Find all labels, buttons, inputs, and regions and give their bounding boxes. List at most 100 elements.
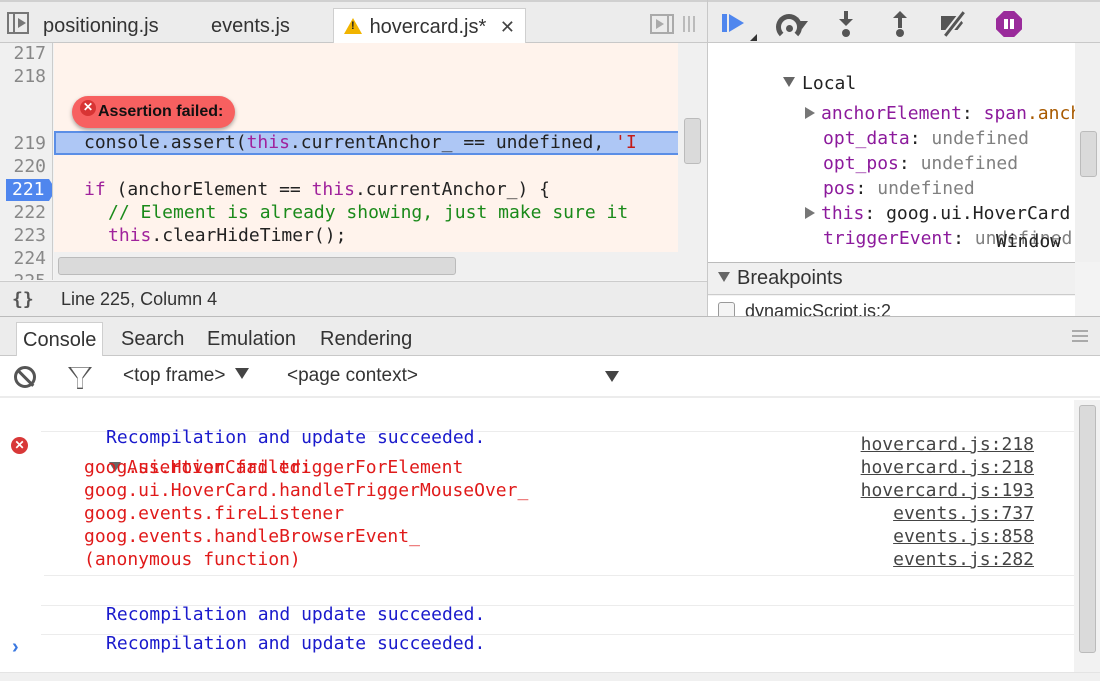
- tab-rendering[interactable]: Rendering: [314, 322, 418, 356]
- step-over-icon-arrow: [796, 21, 808, 29]
- line-number[interactable]: 225: [13, 271, 46, 280]
- debugger-sidebar: Local anchorElement: span.anchor opt_dat…: [707, 0, 1100, 316]
- step-out-icon: [893, 11, 907, 18]
- console-input[interactable]: [34, 636, 1064, 662]
- error-icon: ✕: [11, 437, 28, 454]
- scope-scrollbar[interactable]: [1075, 43, 1100, 262]
- step-out-icon-shaft: [898, 18, 902, 28]
- code-area[interactable]: console.assert( this .currentAnchor_ == un…: [54, 43, 678, 252]
- line-number-gutter[interactable]: 217 218 219 220 221 222 223 224 225: [0, 43, 53, 280]
- tab-console[interactable]: Console: [16, 322, 104, 356]
- step-into-icon-dot: [842, 29, 850, 37]
- line-number[interactable]: 222: [13, 202, 46, 224]
- tab-hovercard-js[interactable]: hovercard.js* ✕: [333, 8, 526, 44]
- line-number[interactable]: 224: [13, 248, 46, 270]
- pause-bar: [1004, 19, 1008, 29]
- code-text: .currentAnchor_ == undefined,: [289, 132, 616, 153]
- breakpoints-section-header[interactable]: Breakpoints: [708, 262, 1075, 295]
- tab-positioning-js[interactable]: positioning.js: [43, 8, 159, 44]
- tab-label: hovercard.js*: [369, 16, 487, 38]
- code-keyword: this: [311, 179, 355, 200]
- editor-vertical-scrollbar[interactable]: [678, 43, 707, 280]
- source-link[interactable]: hovercard.js:193: [861, 479, 1034, 502]
- assertion-failed-bubble: ✕ Assertion failed:: [72, 96, 236, 128]
- editor-horizontal-scrollbar[interactable]: [54, 252, 678, 280]
- resize-grip-icon[interactable]: [683, 16, 695, 32]
- code-text: (anchorElement ==: [105, 179, 312, 200]
- code-line-219[interactable]: console.assert(this.currentAnchor_ == un…: [54, 131, 678, 155]
- scrollbar-thumb[interactable]: [1080, 131, 1097, 177]
- scope-local-header[interactable]: Local: [718, 46, 856, 94]
- line-number[interactable]: 217: [13, 43, 46, 65]
- breakpoint-checkbox[interactable]: [718, 301, 735, 316]
- console-message: Recompilation and update succeeded.: [41, 606, 1074, 654]
- step-over-button[interactable]: [772, 8, 808, 40]
- code-text: console.assert(: [84, 132, 247, 153]
- code-line-222[interactable]: // Element is already showing, just make…: [54, 201, 678, 225]
- scrollbar-thumb[interactable]: [1079, 405, 1096, 653]
- drawer-bottom-edge: [0, 672, 1100, 681]
- tab-events-js[interactable]: events.js: [211, 8, 290, 44]
- drawer-menu-icon[interactable]: [1072, 330, 1088, 342]
- console-message: Recompilation and update succeeded.: [41, 403, 1074, 448]
- step-out-icon-dot: [896, 29, 904, 37]
- clear-console-icon[interactable]: [14, 366, 36, 388]
- source-link[interactable]: events.js:737: [893, 502, 1034, 525]
- source-link[interactable]: events.js:858: [893, 525, 1034, 548]
- stack-frame: goog.events.fireListener: [84, 503, 345, 524]
- stack-frame: (anonymous function): [84, 549, 301, 570]
- scope-variable[interactable]: opt_pos: undefined: [758, 126, 1018, 174]
- scope-global-header[interactable]: Global Window: [720, 231, 1075, 262]
- line-number[interactable]: 219: [13, 133, 46, 155]
- drawer-tab-bar: Console Search Emulation Rendering: [0, 317, 1100, 356]
- tab-search[interactable]: Search: [115, 322, 190, 356]
- step-out-button[interactable]: [883, 8, 917, 38]
- code-line-223[interactable]: this.clearHideTimer();: [54, 224, 678, 248]
- context-select[interactable]: <page context>: [287, 356, 623, 396]
- source-link[interactable]: hovercard.js:218: [861, 456, 1034, 479]
- line-number[interactable]: 220: [13, 156, 46, 178]
- close-tab-icon[interactable]: ✕: [500, 9, 515, 45]
- scrollbar-thumb[interactable]: [58, 257, 456, 275]
- step-into-icon-arrow: [839, 19, 853, 26]
- breakpoint-label: dynamicScript.js:2: [745, 301, 892, 316]
- console-scrollbar[interactable]: [1074, 400, 1100, 672]
- source-link[interactable]: events.js:282: [893, 548, 1034, 571]
- code-string: 'I: [615, 132, 637, 153]
- code-keyword: if: [84, 179, 106, 200]
- pretty-print-icon[interactable]: {}: [12, 282, 34, 317]
- tab-emulation[interactable]: Emulation: [201, 322, 302, 356]
- tab-label: events.js: [211, 15, 290, 37]
- dropdown-arrow-icon: [605, 371, 619, 382]
- toggle-debugger-sidebar-icon[interactable]: [650, 14, 674, 34]
- code-line-221[interactable]: if (anchorElement == this.currentAnchor_…: [54, 178, 678, 202]
- scope-variable[interactable]: pos: undefined: [758, 151, 975, 199]
- scrollbar-thumb[interactable]: [684, 118, 701, 164]
- more-options-corner-icon: [750, 34, 757, 41]
- step-into-button[interactable]: [829, 8, 863, 38]
- breakpoint-item[interactable]: dynamicScript.js:2: [708, 296, 1075, 316]
- context-select-value: <page context>: [287, 365, 418, 386]
- scope-variable[interactable]: opt_data: undefined: [758, 101, 1029, 149]
- console-prompt-icon: ›: [12, 636, 19, 658]
- console-messages[interactable]: Recompilation and update succeeded. ✕ As…: [0, 400, 1074, 672]
- tab-label: positioning.js: [43, 15, 159, 37]
- filter-button[interactable]: [68, 367, 92, 389]
- frame-select[interactable]: <top frame>: [123, 356, 250, 396]
- filter-icon: [68, 367, 92, 389]
- source-link[interactable]: hovercard.js:218: [861, 433, 1034, 456]
- toggle-navigator-icon[interactable]: [7, 12, 29, 34]
- line-number[interactable]: 218: [13, 66, 46, 88]
- code-text: .currentAnchor_) {: [354, 179, 551, 200]
- deactivate-breakpoints-button[interactable]: [937, 8, 971, 38]
- resume-button[interactable]: [714, 8, 757, 41]
- pause-bar: [1010, 19, 1014, 29]
- scope-variable[interactable]: this: goog.ui.HoverCard: [740, 176, 1070, 224]
- pause-on-exceptions-button[interactable]: [992, 8, 1026, 38]
- scope-variable[interactable]: triggerEvent: undefined: [758, 201, 1072, 249]
- code-text: .clearHideTimer();: [151, 225, 347, 246]
- line-number[interactable]: 223: [13, 225, 46, 247]
- scope-variable[interactable]: anchorElement: span.anchor: [740, 76, 1075, 124]
- assertion-bubble-text: Assertion failed:: [98, 103, 224, 120]
- breakpoint-marker[interactable]: 221: [6, 179, 52, 201]
